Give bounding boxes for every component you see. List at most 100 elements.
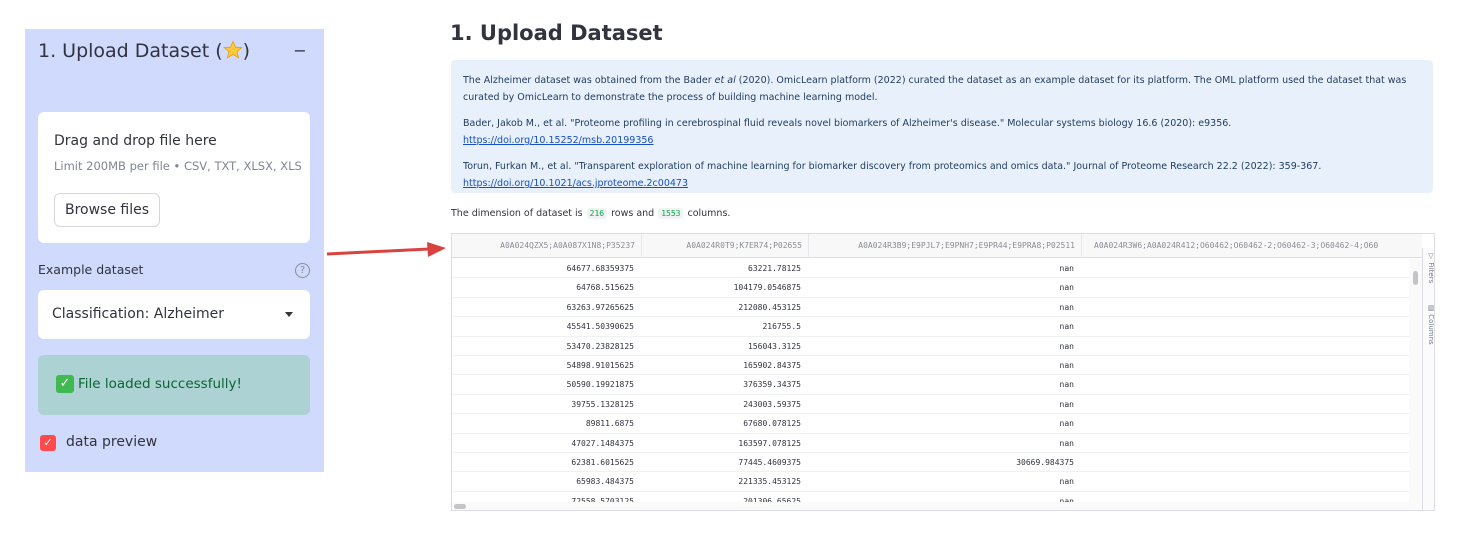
- table-row[interactable]: 63263.97265625 212080.453125 nan: [452, 298, 1409, 318]
- table-cell[interactable]: 63263.97265625: [464, 298, 634, 317]
- table-row[interactable]: 50590.19921875 376359.34375 nan: [452, 375, 1409, 395]
- table-cell[interactable]: 216755.5: [631, 317, 801, 336]
- table-cell[interactable]: [1222, 337, 1392, 356]
- grid-body[interactable]: 64677.68359375 63221.78125 nan 64768.515625…: [452, 259, 1409, 502]
- table-row[interactable]: 53470.23828125 156043.3125 nan: [452, 337, 1409, 356]
- table-row[interactable]: 64768.515625 104179.0546875 nan: [452, 278, 1409, 298]
- table-cell[interactable]: 39755.1328125: [464, 395, 634, 414]
- table-cell[interactable]: 376359.34375: [631, 375, 801, 394]
- dimension-line: The dimension of dataset is 216 rows and 15…: [451, 208, 730, 219]
- citation-text: Torun, Furkan M., et al. "Transparent ex…: [463, 161, 1322, 172]
- table-cell[interactable]: 163597.078125: [631, 434, 801, 453]
- help-icon[interactable]: ?: [295, 263, 310, 278]
- table-cell[interactable]: [1222, 472, 1392, 491]
- table-cell[interactable]: 243003.59375: [631, 395, 801, 414]
- checkbox-icon[interactable]: ✓: [40, 435, 56, 451]
- table-row[interactable]: 62381.6015625 77445.4609375 30669.984375: [452, 453, 1409, 473]
- table-cell[interactable]: [1222, 414, 1392, 433]
- table-cell[interactable]: [1222, 317, 1392, 336]
- table-cell[interactable]: 45541.50390625: [464, 317, 634, 336]
- table-cell[interactable]: 89811.6875: [464, 414, 634, 433]
- table-cell[interactable]: [1222, 453, 1392, 472]
- filters-tab[interactable]: ▽ Filters: [1424, 252, 1435, 283]
- table-cell[interactable]: 62381.6015625: [464, 453, 634, 472]
- table-cell[interactable]: [1222, 356, 1392, 375]
- horizontal-scroll-thumb[interactable]: [454, 504, 466, 509]
- table-cell[interactable]: [1222, 375, 1392, 394]
- vertical-scrollbar[interactable]: [1409, 259, 1422, 502]
- table-cell[interactable]: nan: [904, 375, 1074, 394]
- citation-link[interactable]: https://doi.org/10.15252/msb.20199356: [463, 135, 653, 146]
- info-paragraph-3: Torun, Furkan M., et al. "Transparent ex…: [463, 158, 1421, 192]
- table-row[interactable]: 65983.484375 221335.453125 nan: [452, 472, 1409, 492]
- data-grid[interactable]: A0A024QZX5;A0A087X1N8;P35237 A0A024R0T9;K…: [451, 233, 1435, 511]
- table-cell[interactable]: 30669.984375: [904, 453, 1074, 472]
- table-row[interactable]: 39755.1328125 243003.59375 nan: [452, 395, 1409, 415]
- table-cell[interactable]: 50590.19921875: [464, 375, 634, 394]
- table-cell[interactable]: nan: [904, 414, 1074, 433]
- file-dropzone[interactable]: Drag and drop file here Limit 200MB per …: [38, 112, 310, 243]
- table-cell[interactable]: 156043.3125: [631, 337, 801, 356]
- columns-tab[interactable]: ▥ Columns: [1424, 304, 1435, 345]
- citation-link[interactable]: https://doi.org/10.1021/acs.jproteome.2c…: [463, 178, 688, 189]
- table-row[interactable]: 72558.5703125 201306.65625 nan: [452, 492, 1409, 502]
- table-row[interactable]: 54898.91015625 165902.84375 nan: [452, 356, 1409, 376]
- table-cell[interactable]: nan: [904, 492, 1074, 502]
- column-header[interactable]: A0A024QZX5;A0A087X1N8;P35237: [452, 234, 642, 258]
- horizontal-scrollbar[interactable]: [452, 502, 1422, 510]
- column-count: 1553: [658, 208, 684, 219]
- sidebar-collapse-button[interactable]: −: [290, 41, 310, 61]
- sidebar: 1. Upload Dataset () − Drag and drop fil…: [25, 29, 324, 472]
- table-cell[interactable]: nan: [904, 356, 1074, 375]
- dimension-middle: rows and: [611, 208, 655, 219]
- browse-files-button[interactable]: Browse files: [54, 193, 160, 227]
- table-cell[interactable]: [1222, 395, 1392, 414]
- citation-text: Bader, Jakob M., et al. "Proteome profil…: [463, 118, 1232, 129]
- table-cell[interactable]: [1222, 434, 1392, 453]
- table-cell[interactable]: 53470.23828125: [464, 337, 634, 356]
- table-cell[interactable]: [1222, 278, 1392, 297]
- table-row[interactable]: 45541.50390625 216755.5 nan: [452, 317, 1409, 337]
- table-cell[interactable]: 72558.5703125: [464, 492, 634, 502]
- table-cell[interactable]: 212080.453125: [631, 298, 801, 317]
- table-row[interactable]: 64677.68359375 63221.78125 nan: [452, 259, 1409, 279]
- table-row[interactable]: 89811.6875 67680.078125 nan: [452, 414, 1409, 434]
- column-header[interactable]: A0A024R3B9;E9PJL7;E9PNH7;E9PR44;E9PRA8;P…: [809, 234, 1082, 258]
- table-cell[interactable]: [1222, 298, 1392, 317]
- table-cell[interactable]: nan: [904, 337, 1074, 356]
- table-row[interactable]: 47027.1484375 163597.078125 nan: [452, 434, 1409, 453]
- info-paragraph-1: The Alzheimer dataset was obtained from …: [463, 72, 1421, 106]
- table-cell[interactable]: nan: [904, 472, 1074, 491]
- table-cell[interactable]: 77445.4609375: [631, 453, 801, 472]
- table-cell[interactable]: [1222, 259, 1392, 278]
- table-cell[interactable]: nan: [904, 259, 1074, 278]
- table-cell[interactable]: [1222, 492, 1392, 502]
- table-cell[interactable]: nan: [904, 278, 1074, 297]
- table-cell[interactable]: 54898.91015625: [464, 356, 634, 375]
- column-header[interactable]: A0A024R0T9;K7ER74;P02655: [642, 234, 809, 258]
- table-cell[interactable]: 165902.84375: [631, 356, 801, 375]
- filter-icon: ▽: [1427, 252, 1435, 263]
- table-cell[interactable]: 64768.515625: [464, 278, 634, 297]
- table-cell[interactable]: 221335.453125: [631, 472, 801, 491]
- table-cell[interactable]: 201306.65625: [631, 492, 801, 502]
- table-cell[interactable]: 65983.484375: [464, 472, 634, 491]
- vertical-scroll-thumb[interactable]: [1413, 271, 1418, 285]
- table-cell[interactable]: 47027.1484375: [464, 434, 634, 453]
- example-dataset-select[interactable]: Classification: Alzheimer: [38, 290, 310, 339]
- table-cell[interactable]: 64677.68359375: [464, 259, 634, 278]
- table-cell[interactable]: nan: [904, 298, 1074, 317]
- dimension-prefix: The dimension of dataset is: [451, 208, 583, 219]
- sidebar-title: 1. Upload Dataset (): [38, 40, 250, 62]
- column-header[interactable]: A0A024R3W6;A0A024R412;O60462;O60462-2;O6…: [1082, 234, 1422, 258]
- table-cell[interactable]: 63221.78125: [631, 259, 801, 278]
- table-cell[interactable]: nan: [904, 317, 1074, 336]
- select-value: Classification: Alzheimer: [52, 306, 224, 322]
- table-cell[interactable]: 67680.078125: [631, 414, 801, 433]
- table-cell[interactable]: nan: [904, 395, 1074, 414]
- caret-down-icon: [285, 312, 293, 317]
- table-cell[interactable]: nan: [904, 434, 1074, 453]
- data-preview-label[interactable]: data preview: [66, 434, 157, 450]
- table-cell[interactable]: 104179.0546875: [631, 278, 801, 297]
- columns-icon: ▥: [1427, 304, 1435, 315]
